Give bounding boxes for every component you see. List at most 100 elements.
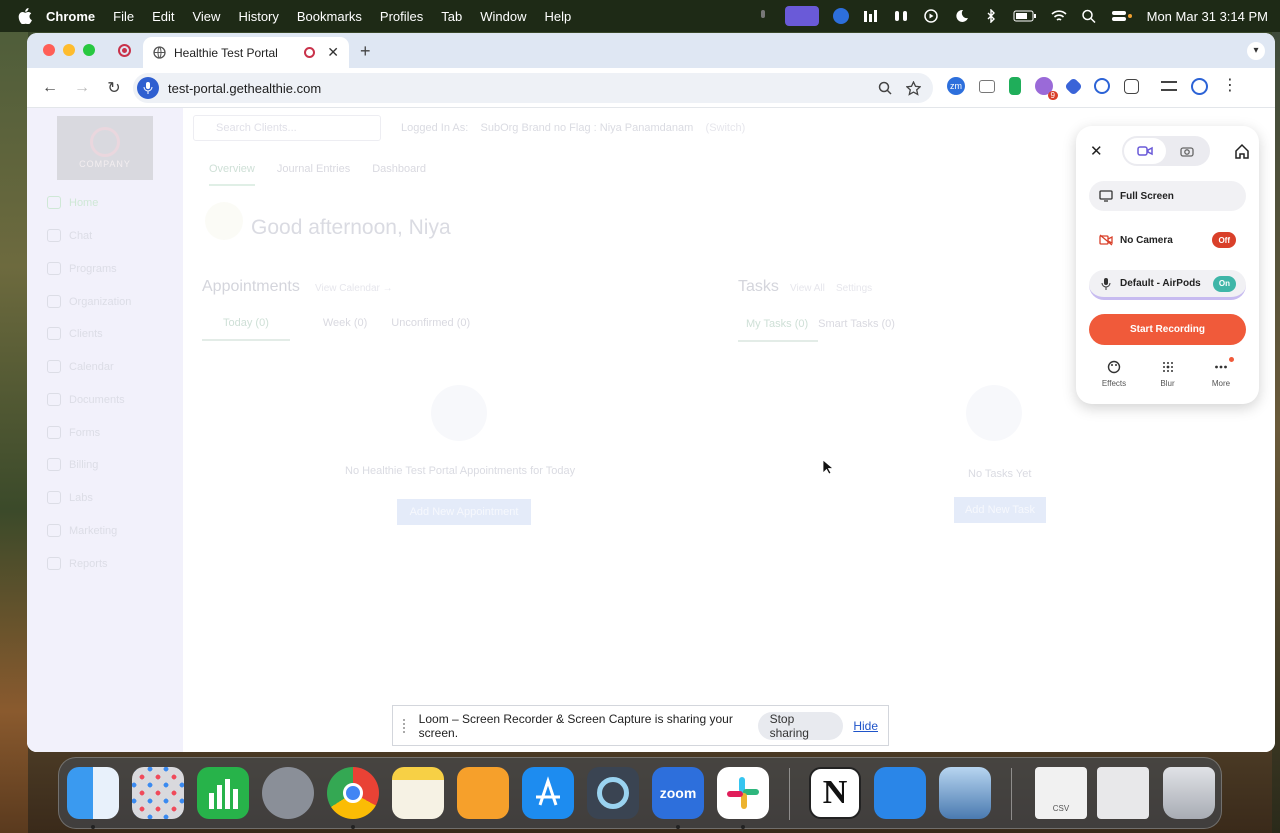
camera-extension-icon[interactable] bbox=[979, 79, 995, 93]
wifi-icon[interactable] bbox=[1051, 9, 1067, 23]
address-bar[interactable]: test-portal.gethealthie.com bbox=[133, 73, 933, 103]
sidebar-item-documents[interactable]: Documents bbox=[47, 393, 125, 406]
sidebar-item-reports[interactable]: Reports bbox=[47, 557, 108, 570]
view-all-tasks-link[interactable]: View All bbox=[790, 283, 825, 294]
sidebar-item-chat[interactable]: Chat bbox=[47, 229, 92, 242]
launchpad-icon[interactable] bbox=[132, 767, 184, 819]
chrome-icon[interactable] bbox=[327, 767, 379, 819]
menu-view[interactable]: View bbox=[192, 9, 220, 24]
minimize-window-button[interactable] bbox=[63, 44, 75, 56]
tab-unconfirmed[interactable]: Unconfirmed (0) bbox=[391, 317, 470, 329]
media-controls-icon[interactable] bbox=[1161, 81, 1177, 91]
control-center-icon[interactable] bbox=[1111, 9, 1133, 23]
sidebar-item-calendar[interactable]: Calendar bbox=[47, 360, 114, 373]
zoom-extension-icon[interactable]: zm bbox=[947, 77, 965, 95]
zoom-magnifier-icon[interactable] bbox=[878, 81, 892, 95]
battery-icon[interactable] bbox=[1013, 9, 1037, 23]
search-icon[interactable] bbox=[1081, 9, 1097, 23]
add-task-button[interactable]: Add New Task bbox=[954, 497, 1046, 523]
system-settings-icon[interactable] bbox=[262, 767, 314, 819]
screenshot-mode-button[interactable] bbox=[1166, 138, 1208, 164]
menu-profiles[interactable]: Profiles bbox=[380, 9, 423, 24]
menubar-clock[interactable]: Mon Mar 31 3:14 PM bbox=[1147, 9, 1268, 24]
pages-icon[interactable] bbox=[457, 767, 509, 819]
tab-week[interactable]: Week (0) bbox=[323, 317, 367, 329]
hide-link[interactable]: Hide bbox=[853, 719, 878, 733]
keynote-icon[interactable] bbox=[874, 767, 926, 819]
client-search-input[interactable]: Search Clients... bbox=[193, 115, 381, 141]
sidebar-item-labs[interactable]: Labs bbox=[47, 491, 93, 504]
camera-option[interactable]: No Camera Off bbox=[1089, 225, 1246, 255]
bookmark-star-icon[interactable] bbox=[906, 80, 921, 96]
preview-icon[interactable] bbox=[939, 767, 991, 819]
sidebar-item-home[interactable]: Home bbox=[47, 196, 98, 209]
microphone-icon[interactable] bbox=[755, 9, 771, 23]
forward-button[interactable]: → bbox=[69, 75, 95, 101]
sidebar-item-billing[interactable]: Billing bbox=[47, 458, 98, 471]
menu-bookmarks[interactable]: Bookmarks bbox=[297, 9, 362, 24]
stop-sharing-button[interactable]: Stop sharing bbox=[757, 711, 844, 740]
password-extension-icon[interactable] bbox=[1094, 78, 1110, 94]
effects-button[interactable]: Effects bbox=[1089, 360, 1139, 388]
zoom-app-icon[interactable]: zoom bbox=[652, 767, 704, 819]
sidebar-item-programs[interactable]: Programs bbox=[47, 262, 117, 275]
screenshot-file-icon[interactable] bbox=[1097, 767, 1149, 819]
menu-help[interactable]: Help bbox=[545, 9, 572, 24]
menu-edit[interactable]: Edit bbox=[152, 9, 174, 24]
app-store-icon[interactable] bbox=[522, 767, 574, 819]
full-screen-option[interactable]: Full Screen bbox=[1089, 181, 1246, 211]
apple-icon[interactable] bbox=[18, 8, 32, 24]
microphone-on-badge[interactable]: On bbox=[1212, 275, 1236, 292]
zoom-window-button[interactable] bbox=[83, 44, 95, 56]
finder-icon[interactable] bbox=[67, 767, 119, 819]
tab-journal-entries[interactable]: Journal Entries bbox=[277, 163, 350, 186]
colorful-extension-icon[interactable]: 9 bbox=[1035, 77, 1058, 100]
home-icon[interactable] bbox=[1234, 143, 1250, 159]
arrow-extension-icon[interactable] bbox=[1064, 76, 1083, 96]
view-calendar-link[interactable]: View Calendar → bbox=[315, 283, 393, 294]
notion-icon[interactable]: N bbox=[809, 767, 861, 819]
back-button[interactable]: ← bbox=[37, 75, 63, 101]
sidebar-item-marketing[interactable]: Marketing bbox=[47, 524, 117, 537]
tab-today[interactable]: Today (0) bbox=[223, 317, 269, 329]
bluetooth-icon[interactable] bbox=[983, 9, 999, 23]
sidebar-item-clients[interactable]: Clients bbox=[47, 327, 103, 340]
screen-share-icon[interactable] bbox=[784, 6, 819, 26]
menu-history[interactable]: History bbox=[238, 9, 278, 24]
camera-off-badge[interactable]: Off bbox=[1212, 232, 1236, 248]
microphone-option[interactable]: Default - AirPods On bbox=[1089, 270, 1246, 300]
task-settings-link[interactable]: Settings bbox=[836, 283, 872, 294]
moon-icon[interactable] bbox=[953, 9, 969, 23]
video-mode-button[interactable] bbox=[1124, 138, 1166, 164]
tab-dashboard[interactable]: Dashboard bbox=[372, 163, 426, 186]
numbers-icon[interactable] bbox=[197, 767, 249, 819]
menu-app-name[interactable]: Chrome bbox=[46, 9, 95, 24]
more-button[interactable]: More bbox=[1196, 357, 1246, 388]
start-recording-button[interactable]: Start Recording bbox=[1089, 314, 1246, 345]
sidebar-item-forms[interactable]: Forms bbox=[47, 426, 100, 439]
switch-account-link[interactable]: (Switch) bbox=[706, 122, 746, 134]
puzzle-extensions-icon[interactable] bbox=[1124, 78, 1139, 94]
tab-search-chevron-icon[interactable]: ▾ bbox=[1247, 42, 1265, 60]
notes-icon[interactable] bbox=[392, 767, 444, 819]
tab-close-icon[interactable]: ✕ bbox=[327, 44, 339, 61]
menu-window[interactable]: Window bbox=[480, 9, 526, 24]
menu-tab[interactable]: Tab bbox=[441, 9, 462, 24]
csv-file-icon[interactable]: CSV bbox=[1035, 767, 1087, 819]
reload-button[interactable]: ↻ bbox=[101, 75, 127, 101]
site-info-icon[interactable] bbox=[137, 77, 159, 99]
zoom-menu-icon[interactable] bbox=[832, 8, 849, 24]
blur-button[interactable]: Blur bbox=[1143, 360, 1193, 388]
play-icon[interactable] bbox=[923, 9, 939, 23]
new-tab-button[interactable]: + bbox=[360, 41, 371, 62]
close-icon[interactable]: ✕ bbox=[1090, 142, 1108, 160]
quicktime-icon[interactable] bbox=[587, 767, 639, 819]
profile-avatar-icon[interactable] bbox=[1191, 77, 1208, 95]
add-appointment-button[interactable]: Add New Appointment bbox=[397, 499, 531, 525]
slack-icon[interactable] bbox=[717, 767, 769, 819]
airpods-icon[interactable] bbox=[893, 9, 909, 23]
browser-menu-icon[interactable]: ⋮ bbox=[1222, 78, 1238, 94]
tab-overview[interactable]: Overview bbox=[209, 163, 255, 186]
tab-my-tasks[interactable]: My Tasks (0) bbox=[746, 318, 808, 330]
drag-handle-icon[interactable] bbox=[403, 718, 409, 733]
